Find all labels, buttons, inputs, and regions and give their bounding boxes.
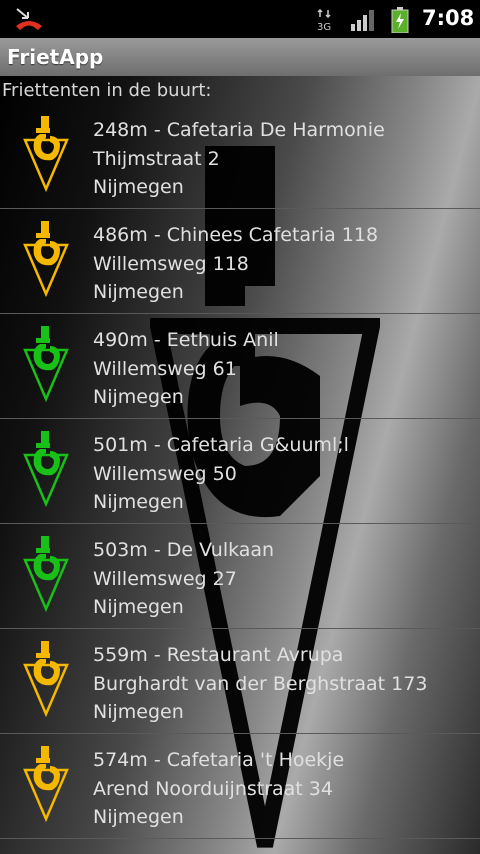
list-item[interactable]: 486m - Chinees Cafetaria 118 Willemsweg … bbox=[0, 209, 480, 314]
restaurant-title: 248m - Cafetaria De Harmonie bbox=[93, 119, 385, 141]
restaurant-icon bbox=[23, 641, 69, 717]
restaurant-city: Nijmegen bbox=[93, 281, 184, 303]
restaurant-list: 248m - Cafetaria De Harmonie Thijmstraat… bbox=[0, 104, 480, 839]
restaurant-city: Nijmegen bbox=[93, 176, 184, 198]
restaurant-street: Willemsweg 50 bbox=[93, 462, 237, 485]
content-area: Friettenten in de buurt: 248m - Cafetari… bbox=[0, 76, 480, 854]
list-item[interactable]: 503m - De Vulkaan Willemsweg 27 Nijmegen bbox=[0, 524, 480, 629]
restaurant-icon bbox=[23, 431, 69, 507]
list-header: Friettenten in de buurt: bbox=[2, 80, 212, 101]
restaurant-street: Willemsweg 27 bbox=[93, 567, 237, 590]
restaurant-title: 501m - Cafetaria G&uuml;l bbox=[93, 434, 349, 456]
restaurant-city: Nijmegen bbox=[93, 806, 184, 828]
network-label: 3G bbox=[317, 22, 331, 31]
restaurant-street: Willemsweg 61 bbox=[93, 357, 237, 380]
signal-icon bbox=[351, 10, 374, 31]
restaurant-icon bbox=[23, 221, 69, 297]
restaurant-city: Nijmegen bbox=[93, 386, 184, 408]
restaurant-title: 574m - Cafetaria 't Hoekje bbox=[93, 749, 345, 771]
restaurant-icon bbox=[23, 746, 69, 822]
list-item[interactable]: 248m - Cafetaria De Harmonie Thijmstraat… bbox=[0, 104, 480, 209]
restaurant-icon bbox=[23, 326, 69, 402]
restaurant-city: Nijmegen bbox=[93, 701, 184, 723]
restaurant-title: 490m - Eethuis Anil bbox=[93, 329, 279, 351]
app-title: FrietApp bbox=[7, 45, 104, 69]
restaurant-street: Thijmstraat 2 bbox=[93, 147, 220, 170]
app-title-bar: FrietApp bbox=[0, 38, 480, 77]
restaurant-title: 559m - Restaurant Avrupa bbox=[93, 644, 344, 666]
list-item[interactable]: 559m - Restaurant Avrupa Burghardt van d… bbox=[0, 629, 480, 734]
restaurant-street: Willemsweg 118 bbox=[93, 252, 249, 275]
list-item[interactable]: 501m - Cafetaria G&uuml;l Willemsweg 50 … bbox=[0, 419, 480, 524]
list-item[interactable]: 574m - Cafetaria 't Hoekje Arend Noordui… bbox=[0, 734, 480, 839]
restaurant-title: 503m - De Vulkaan bbox=[93, 539, 275, 561]
restaurant-icon bbox=[23, 536, 69, 612]
network-3g-icon: 3G bbox=[317, 9, 331, 31]
restaurant-title: 486m - Chinees Cafetaria 118 bbox=[93, 224, 379, 246]
clock: 7:08 bbox=[422, 6, 475, 30]
restaurant-street: Arend Noorduijnstraat 34 bbox=[93, 777, 333, 800]
battery-charging-icon bbox=[391, 7, 409, 33]
restaurant-city: Nijmegen bbox=[93, 491, 184, 513]
list-item[interactable]: 490m - Eethuis Anil Willemsweg 61 Nijmeg… bbox=[0, 314, 480, 419]
restaurant-icon bbox=[23, 116, 69, 192]
restaurant-city: Nijmegen bbox=[93, 596, 184, 618]
missed-call-icon bbox=[16, 8, 42, 30]
restaurant-street: Burghardt van der Berghstraat 173 bbox=[93, 672, 428, 695]
status-bar: 3G 7:08 bbox=[0, 0, 480, 38]
